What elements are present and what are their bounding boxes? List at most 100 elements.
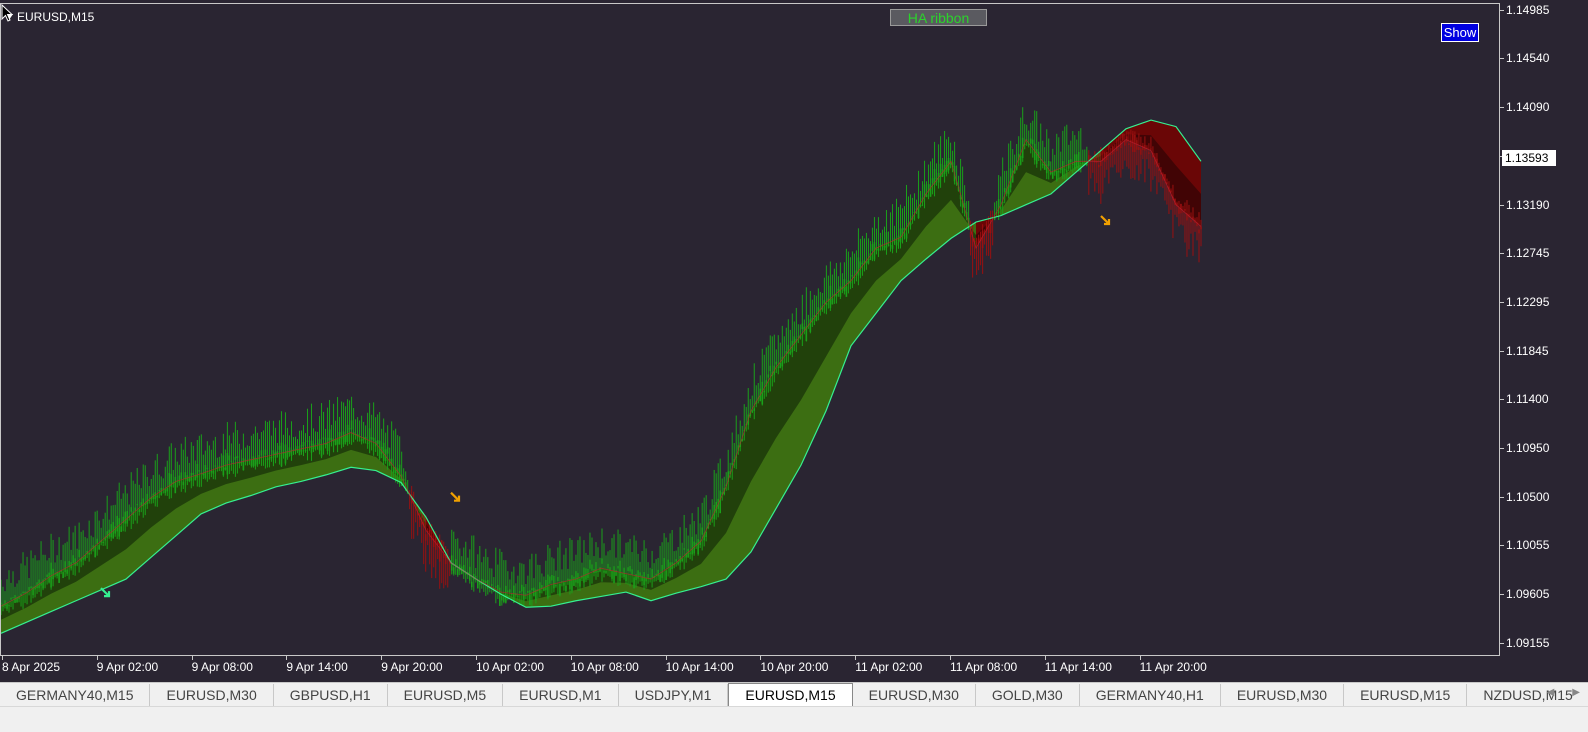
chart-window[interactable]: EURUSD,M15 HA ribbon Show 1.14985 1.14540… (0, 0, 1588, 682)
candle-body (288, 447, 291, 454)
candle-body (1063, 169, 1066, 171)
tab-eurusd-m5[interactable]: EURUSD,M5 (388, 684, 504, 706)
tab-eurusd-m30[interactable]: EURUSD,M30 (150, 684, 274, 706)
candle-body (366, 442, 369, 444)
signal-arrow-icon (100, 587, 111, 598)
candle-body (563, 582, 565, 586)
candle-body (889, 245, 892, 247)
chart-symbol-label[interactable]: EURUSD,M15 (5, 10, 94, 24)
candle-body (270, 456, 273, 459)
candle-body (877, 248, 880, 251)
candle-body (1092, 159, 1094, 161)
candle-body (236, 456, 239, 458)
candle-body (1035, 149, 1038, 164)
chart-plot-area[interactable]: EURUSD,M15 HA ribbon Show (0, 3, 1500, 656)
candle-body (78, 549, 80, 558)
tab-list: GERMANY40,M15 EURUSD,M30 GBPUSD,H1 EURUSD,M… (0, 683, 1588, 706)
candle-body (835, 294, 838, 297)
candle-body (633, 577, 635, 589)
candle-body (58, 572, 60, 583)
tab-eurusd-m1[interactable]: EURUSD,M1 (503, 684, 619, 706)
price-axis[interactable]: 1.149851.145401.140901.136401.131901.127… (1499, 0, 1588, 656)
candle-body (1200, 226, 1202, 230)
price-tick-label: 1.14540 (1499, 51, 1550, 66)
candle-body (637, 570, 639, 579)
candle-body (579, 578, 581, 587)
candle-body (839, 286, 842, 297)
candle-body (1019, 155, 1022, 165)
time-tick-label: 9 Apr 20:00 (381, 656, 443, 674)
candle-body (969, 232, 972, 238)
candle-body (424, 534, 427, 541)
candle-body (256, 458, 259, 465)
candle-body (573, 576, 575, 586)
candle-body (763, 390, 766, 393)
candle-body (639, 572, 641, 577)
tab-eurusd-m15[interactable]: EURUSD,M15 (728, 683, 853, 706)
candle-body (487, 579, 489, 589)
tab-eurusd-m30[interactable]: EURUSD,M30 (1221, 684, 1345, 706)
tab-germany40-h1[interactable]: GERMANY40,H1 (1080, 684, 1221, 706)
candle-body (1043, 161, 1046, 170)
price-tick-label: 1.11845 (1500, 343, 1549, 358)
candle-body (1178, 207, 1180, 214)
candle-body (338, 432, 341, 445)
candle-body (891, 245, 894, 249)
tab-eurusd-m15[interactable]: EURUSD,M15 (1344, 684, 1468, 706)
candle-body (565, 585, 567, 591)
candle-body (627, 567, 629, 572)
candle-body (280, 442, 283, 467)
candle-body (82, 557, 84, 560)
candle-body (731, 462, 734, 466)
candle-body (675, 559, 677, 562)
candle-body (64, 561, 66, 573)
show-button[interactable]: Show (1441, 23, 1479, 42)
candle-body (452, 567, 455, 574)
candle-body (158, 489, 161, 492)
candle-body (523, 586, 525, 600)
tab-eurusd-m30[interactable]: EURUSD,M30 (853, 684, 976, 706)
candle-body (885, 232, 888, 248)
candle-body (567, 578, 569, 581)
tab-gold-m30[interactable]: GOLD,M30 (976, 684, 1080, 706)
candle-body (224, 467, 227, 470)
candle-body (1100, 161, 1102, 166)
candle-body (611, 571, 613, 579)
time-tick-label: 9 Apr 02:00 (96, 656, 159, 674)
candle-body (302, 441, 305, 446)
ha-ribbon-button[interactable]: HA ribbon (890, 9, 987, 26)
candle-body (130, 507, 133, 512)
candle-body (981, 230, 984, 249)
candle-body (272, 450, 275, 455)
candle-body (250, 459, 253, 466)
candle-body (178, 475, 181, 483)
candle-body (613, 566, 615, 584)
candle-body (222, 455, 225, 476)
tab-gbpusd-h1[interactable]: GBPUSD,H1 (274, 684, 388, 706)
candle-body (899, 228, 902, 243)
candle-body (539, 582, 541, 594)
price-tick-label: 1.10500 (1499, 489, 1550, 504)
candle-body (501, 595, 503, 601)
candle-body (753, 408, 756, 411)
candle-body (651, 569, 653, 579)
candle-body (4, 600, 6, 606)
tab-usdjpy-m1[interactable]: USDJPY,M1 (619, 684, 729, 706)
candle-body (779, 362, 782, 368)
time-axis[interactable]: 8 Apr 2025 9 Apr 02:00 9 Apr 08:00 9 Apr 14… (0, 656, 1500, 680)
candle-body (22, 591, 24, 594)
candle-body (505, 585, 507, 603)
candle-body (607, 563, 609, 569)
candle-body (1003, 187, 1006, 192)
time-tick-label: 10 Apr 14:00 (665, 656, 734, 674)
time-tick-label: 11 Apr 02:00 (855, 656, 923, 674)
candle-body (551, 574, 553, 581)
candle-body (348, 428, 351, 430)
candle-body (456, 568, 459, 575)
candle-body (196, 464, 199, 478)
candle-body (46, 574, 48, 577)
scroll-left-icon[interactable]: ◀ (1547, 687, 1555, 698)
scroll-right-icon[interactable]: ▶ (1572, 687, 1580, 698)
candle-body (1, 602, 2, 604)
tab-germany40-m15[interactable]: GERMANY40,M15 (0, 684, 151, 706)
